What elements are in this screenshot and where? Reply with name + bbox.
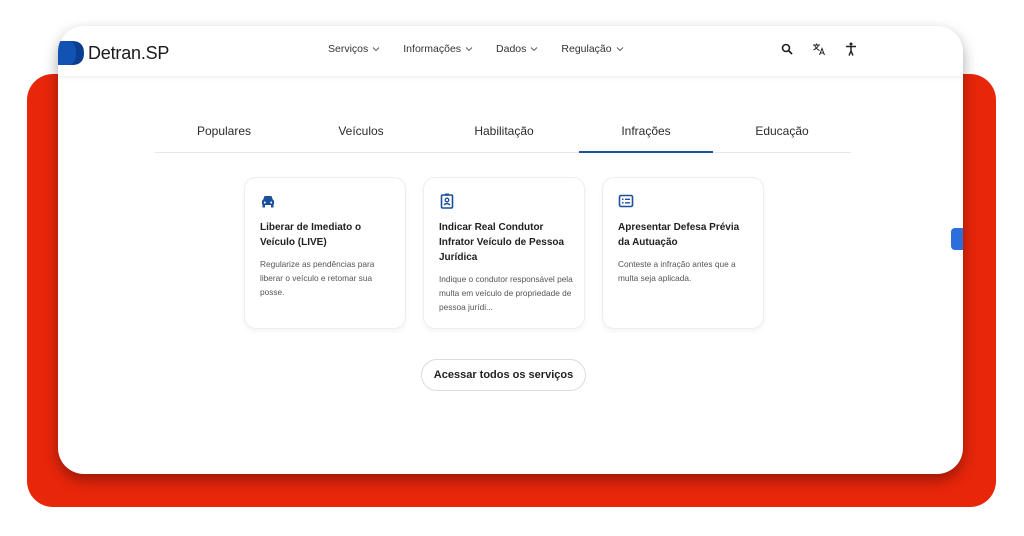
- card-title: Indicar Real Condutor Infrator Veículo d…: [439, 222, 565, 263]
- tab-infracoes[interactable]: Infrações: [579, 124, 713, 153]
- card-description: Regularize as pendências para liberar o …: [260, 259, 375, 297]
- chevron-down-icon: [531, 47, 538, 52]
- accessibility-icon: [846, 42, 856, 56]
- nav-dados[interactable]: Dados: [496, 43, 538, 55]
- car-icon: [262, 196, 274, 208]
- translate-icon: [813, 43, 825, 56]
- tab-label: Educação: [755, 124, 809, 138]
- card-description: Indique o condutor responsável pela mult…: [439, 274, 573, 312]
- service-card-defesa-previa[interactable]: Apresentar Defesa Prévia da Autuação Con…: [602, 177, 764, 329]
- translate-button[interactable]: [811, 41, 827, 57]
- logo[interactable]: Detran.SP: [58, 38, 169, 68]
- card-description: Conteste a infração antes que a multa se…: [618, 259, 736, 283]
- badge-icon: [440, 193, 454, 209]
- tab-label: Populares: [196, 124, 252, 138]
- nav-servicos[interactable]: Serviços: [328, 43, 380, 55]
- all-services-button[interactable]: Acessar todos os serviços: [421, 359, 586, 391]
- tab-educacao[interactable]: Educação: [713, 124, 851, 152]
- tab-veiculos[interactable]: Veículos: [293, 124, 429, 152]
- logo-icon: [58, 38, 86, 68]
- document-list-icon: [618, 194, 634, 208]
- search-icon: [781, 43, 793, 55]
- accessibility-widget-tab[interactable]: [951, 228, 963, 250]
- chevron-down-icon: [616, 47, 623, 52]
- service-card-indicar-condutor[interactable]: Indicar Real Condutor Infrator Veículo d…: [423, 177, 585, 329]
- tab-label: Infrações: [621, 124, 671, 138]
- nav-regulacao[interactable]: Regulação: [561, 43, 623, 55]
- nav-label: Informações: [403, 43, 462, 55]
- card-title: Apresentar Defesa Prévia da Autuação: [618, 222, 740, 248]
- tab-populares[interactable]: Populares: [155, 124, 293, 152]
- nav-label: Dados: [496, 43, 527, 55]
- chevron-down-icon: [465, 47, 473, 52]
- button-label: Acessar todos os serviços: [433, 369, 574, 381]
- header-tools: [779, 41, 859, 57]
- nav-label: Regulação: [561, 43, 612, 55]
- search-button[interactable]: [779, 41, 795, 57]
- logo-name: Detran: [88, 42, 141, 63]
- nav-informacoes[interactable]: Informações: [403, 43, 473, 55]
- main-nav: Serviços Informações Dados Regulação: [328, 43, 647, 55]
- browser-window: Detran.SP Serviços Informações Dados Reg…: [58, 26, 963, 474]
- category-tabs: Populares Veículos Habilitação Infrações…: [155, 124, 851, 153]
- header: Detran.SP Serviços Informações Dados Reg…: [58, 26, 963, 76]
- service-card-live[interactable]: Liberar de Imediato o Veículo (LIVE) Reg…: [244, 177, 406, 329]
- tab-label: Veículos: [338, 124, 384, 138]
- logo-suffix: .SP: [140, 42, 170, 63]
- card-title: Liberar de Imediato o Veículo (LIVE): [260, 222, 362, 248]
- tab-habilitacao[interactable]: Habilitação: [429, 124, 579, 152]
- accessibility-button[interactable]: [843, 41, 859, 57]
- nav-label: Serviços: [328, 43, 369, 55]
- tab-label: Habilitação: [474, 124, 534, 138]
- chevron-down-icon: [372, 47, 380, 52]
